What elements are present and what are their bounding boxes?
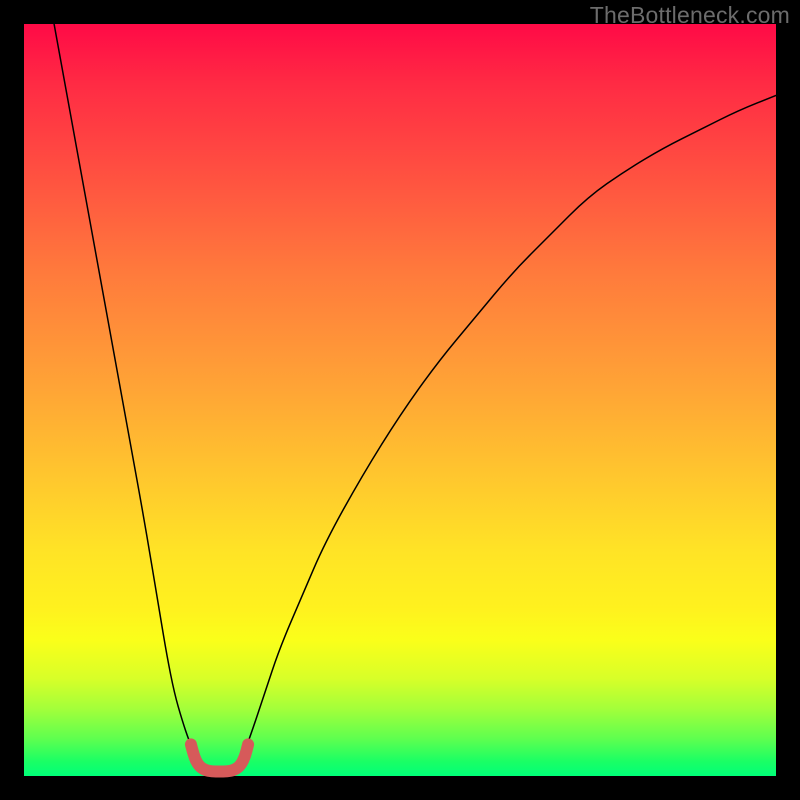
series-curve-left xyxy=(54,24,201,765)
curves-svg xyxy=(24,24,776,776)
series-highlight-band xyxy=(191,744,248,771)
watermark-text: TheBottleneck.com xyxy=(590,2,790,29)
plot-area xyxy=(24,24,776,776)
chart-frame: TheBottleneck.com xyxy=(0,0,800,800)
series-curve-right xyxy=(238,95,776,764)
